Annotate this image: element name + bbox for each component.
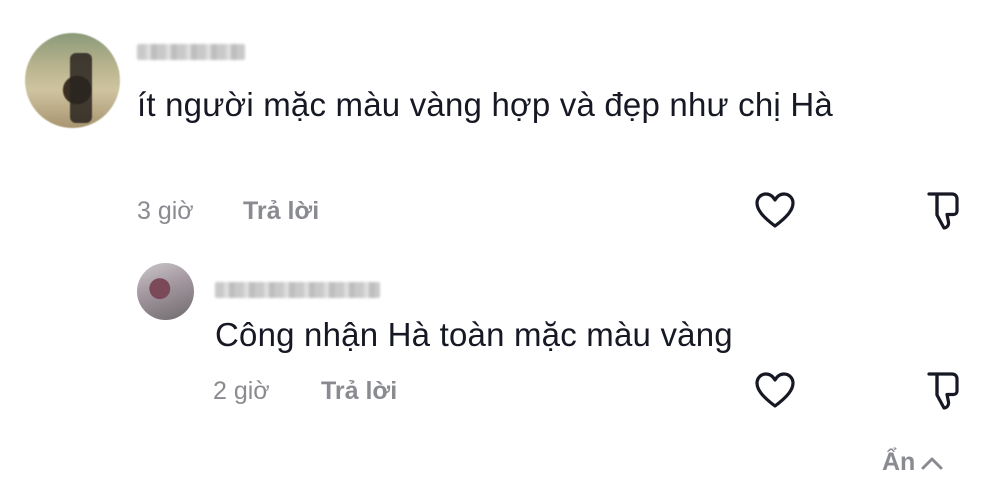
like-heart-icon[interactable] (753, 189, 797, 233)
hide-replies-toggle[interactable]: Ẩn (882, 448, 945, 477)
commenter-name-blurred[interactable] (137, 44, 245, 60)
comment-timestamp: 3 giờ (137, 197, 194, 225)
replier-name-blurred[interactable] (215, 282, 380, 298)
reply-timestamp: 2 giờ (213, 377, 270, 405)
reply-like-heart-icon[interactable] (753, 369, 797, 413)
replier-avatar[interactable] (137, 263, 194, 320)
hide-replies-label: Ẩn (882, 448, 916, 476)
reply-to-reply-button[interactable]: Trả lời (321, 377, 397, 406)
dislike-thumbs-down-icon[interactable] (920, 189, 964, 233)
comment-text: ít người mặc màu vàng hợp và đẹp như chị… (137, 86, 833, 123)
commenter-avatar[interactable] (25, 33, 120, 128)
reply-button[interactable]: Trả lời (243, 197, 319, 226)
reply-text: Công nhận Hà toàn mặc màu vàng (215, 316, 733, 353)
chevron-up-icon (919, 450, 945, 476)
reply-dislike-thumbs-down-icon[interactable] (920, 369, 964, 413)
